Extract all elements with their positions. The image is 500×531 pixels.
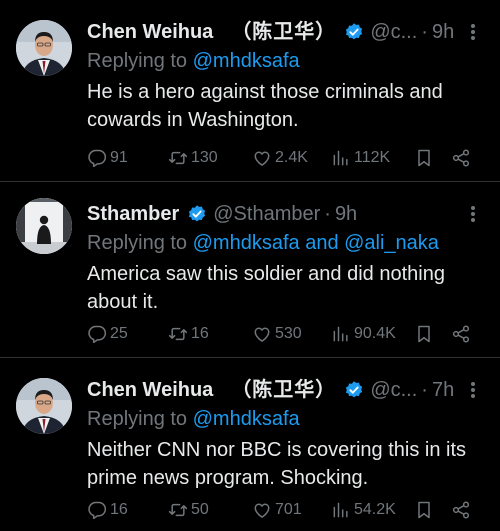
- like-button[interactable]: 2.4K: [252, 144, 308, 172]
- bookmark-icon: [418, 325, 430, 343]
- more-options-icon[interactable]: [470, 22, 476, 42]
- views-count: 54.2K: [354, 501, 396, 518]
- views-chart-icon: [333, 326, 348, 342]
- like-button[interactable]: 701: [252, 496, 302, 524]
- tweet-text: America saw this soldier and did nothing…: [87, 263, 445, 313]
- verified-badge-icon: [346, 381, 363, 398]
- replying-to-label: Replying to: [87, 232, 188, 254]
- tweet[interactable]: Chen Weihua （陈卫华） @c... · 9h Replying to…: [0, 0, 500, 182]
- tweet-text: Neither CNN nor BBC is covering this in …: [87, 439, 467, 489]
- replying-to: Replying to @mhdksafa: [87, 404, 484, 434]
- avatar[interactable]: [16, 20, 72, 76]
- author-handle[interactable]: @c...: [370, 16, 417, 48]
- bookmark-icon: [418, 149, 430, 167]
- replying-to-link[interactable]: @mhdksafa: [193, 50, 300, 72]
- author-handle[interactable]: @c...: [370, 374, 417, 406]
- replying-to-label: Replying to: [87, 50, 188, 72]
- timestamp[interactable]: 7h: [432, 374, 454, 406]
- replying-to-label: Replying to: [87, 408, 188, 430]
- retweet-count: 50: [191, 501, 209, 518]
- replying-to-link[interactable]: @mhdksafa: [193, 408, 300, 430]
- reply-button[interactable]: 25: [87, 320, 128, 348]
- share-button[interactable]: [451, 496, 471, 524]
- avatar[interactable]: [16, 378, 72, 434]
- retweet-count: 16: [191, 325, 209, 342]
- heart-icon: [254, 327, 270, 342]
- replying-to-link[interactable]: @mhdksafa and @ali_naka: [193, 232, 439, 254]
- views-button[interactable]: 90.4K: [331, 320, 396, 348]
- author-name-cjk[interactable]: （陈卫华）: [231, 374, 336, 406]
- author-name-cjk[interactable]: （陈卫华）: [231, 16, 336, 48]
- replying-to: Replying to @mhdksafa and @ali_naka: [87, 228, 484, 258]
- bookmark-button[interactable]: [414, 144, 434, 172]
- reply-count: 16: [110, 501, 128, 518]
- heart-icon: [254, 503, 270, 518]
- bookmark-button[interactable]: [414, 496, 434, 524]
- reply-button[interactable]: 91: [87, 144, 128, 172]
- retweet-icon: [168, 151, 188, 165]
- tweet-actions: 16 50 701 54.2K: [87, 496, 484, 524]
- views-button[interactable]: 112K: [331, 144, 390, 172]
- like-count: 701: [275, 501, 302, 518]
- share-icon: [452, 325, 470, 343]
- reply-count: 25: [110, 325, 128, 342]
- share-button[interactable]: [451, 320, 471, 348]
- author-name[interactable]: Chen Weihua: [87, 16, 213, 48]
- views-chart-icon: [333, 150, 348, 166]
- tweet-header: Chen Weihua （陈卫华） @c... · 7h: [87, 374, 484, 406]
- tweet-header: Chen Weihua （陈卫华） @c... · 9h: [87, 16, 484, 48]
- verified-badge-icon: [189, 205, 206, 222]
- timestamp[interactable]: 9h: [432, 16, 454, 48]
- retweet-count: 130: [191, 149, 218, 166]
- retweet-button[interactable]: 50: [168, 496, 209, 524]
- more-options-icon[interactable]: [470, 204, 476, 224]
- share-button[interactable]: [451, 144, 471, 172]
- retweet-icon: [168, 327, 188, 341]
- retweet-button[interactable]: 16: [168, 320, 209, 348]
- tweet-actions: 25 16 530 90.4K: [87, 320, 484, 348]
- tweet-text: He is a hero against those criminals and…: [87, 81, 443, 131]
- reply-icon: [88, 501, 107, 520]
- like-button[interactable]: 530: [252, 320, 302, 348]
- share-icon: [452, 149, 470, 167]
- author-handle[interactable]: @Sthamber: [213, 198, 320, 230]
- man-in-suit-avatar-icon: [16, 20, 72, 76]
- tweet[interactable]: Sthamber @Sthamber · 9h Replying to @mhd…: [0, 182, 500, 358]
- like-count: 530: [275, 325, 302, 342]
- views-count: 90.4K: [354, 325, 396, 342]
- separator-dot: ·: [421, 21, 428, 43]
- bookmark-icon: [418, 501, 430, 519]
- bookmark-button[interactable]: [414, 320, 434, 348]
- retweet-button[interactable]: 130: [168, 144, 218, 172]
- avatar[interactable]: [16, 198, 72, 254]
- separator-dot: ·: [421, 379, 428, 401]
- verified-badge-icon: [346, 23, 363, 40]
- reply-icon: [88, 149, 107, 168]
- tweet-header: Sthamber @Sthamber · 9h: [87, 198, 484, 230]
- author-name[interactable]: Chen Weihua: [87, 374, 213, 406]
- reply-count: 91: [110, 149, 128, 166]
- heart-icon: [254, 151, 270, 166]
- like-count: 2.4K: [275, 149, 308, 166]
- replying-to: Replying to @mhdksafa: [87, 46, 484, 76]
- timestamp[interactable]: 9h: [335, 198, 357, 230]
- tweet-actions: 91 130 2.4K 112K: [87, 144, 484, 172]
- views-button[interactable]: 54.2K: [331, 496, 396, 524]
- separator-dot: ·: [324, 203, 331, 225]
- man-in-suit-avatar-icon: [16, 378, 72, 434]
- views-chart-icon: [333, 502, 348, 518]
- reply-icon: [88, 325, 107, 344]
- silhouette-figure-avatar-icon: [16, 198, 72, 254]
- tweet[interactable]: Chen Weihua （陈卫华） @c... · 7h Replying to…: [0, 358, 500, 531]
- share-icon: [452, 501, 470, 519]
- author-name[interactable]: Sthamber: [87, 198, 179, 230]
- more-options-icon[interactable]: [470, 380, 476, 400]
- reply-feed: Chen Weihua （陈卫华） @c... · 9h Replying to…: [0, 0, 500, 531]
- reply-button[interactable]: 16: [87, 496, 128, 524]
- views-count: 112K: [354, 149, 391, 166]
- retweet-icon: [168, 503, 188, 517]
